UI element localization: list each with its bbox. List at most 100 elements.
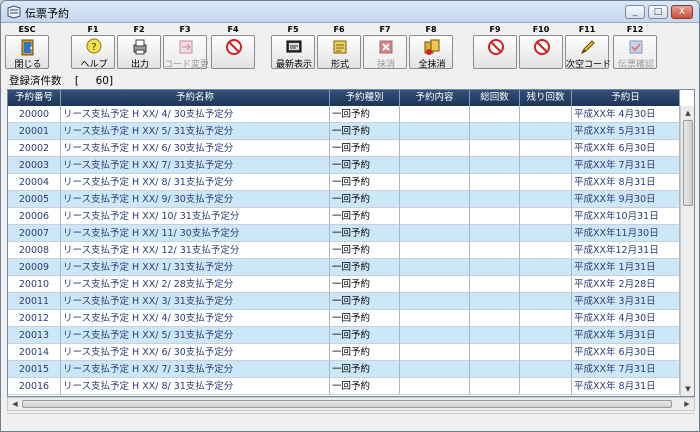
table-row[interactable]: 20010 リース支払予定 H XX/ 2/ 28支払予定分 一回予約 平成XX年 2…	[8, 276, 680, 293]
column-header[interactable]: 予約名称	[61, 90, 330, 106]
reservation-type-cell: 一回予約	[330, 208, 400, 225]
table-row[interactable]: 20013 リース支払予定 H XX/ 5/ 31支払予定分 一回予約 平成XX年 5…	[8, 327, 680, 344]
reservation-date-cell: 平成XX年12月31日	[572, 242, 680, 259]
reservation-type-cell: 一回予約	[330, 276, 400, 293]
column-header[interactable]: 予約内容	[400, 90, 470, 106]
toolbar-button-f8[interactable]: 全抹消	[409, 35, 453, 70]
delete-all-icon	[424, 39, 440, 55]
toolbar-button-esc[interactable]: 閉じる	[5, 35, 49, 70]
reservation-number-cell: 20009	[8, 259, 61, 276]
column-header[interactable]: 予約種別	[330, 90, 400, 106]
toolbar-item-f11: F11 次空コード	[565, 25, 612, 71]
reservation-name-cell: リース支払予定 H XX/ 11/ 30支払予定分	[61, 225, 330, 242]
table-row[interactable]: 20001 リース支払予定 H XX/ 5/ 31支払予定分 一回予約 平成XX年 5…	[8, 123, 680, 140]
format-icon	[333, 40, 347, 54]
vertical-scrollbar[interactable]: ▲ ▼	[680, 106, 694, 396]
toolbar-item-f12: F12 伝票確認	[613, 25, 657, 71]
toolbar-button-f2[interactable]: 出力	[117, 35, 161, 70]
reservation-type-cell: 一回予約	[330, 327, 400, 344]
reservation-type-cell: 一回予約	[330, 378, 400, 395]
toolbar-item-esc: ESC 閉じる	[5, 25, 49, 71]
table-row[interactable]: 20000 リース支払予定 H XX/ 4/ 30支払予定分 一回予約 平成XX年 4…	[8, 106, 680, 123]
table-row[interactable]: 20008 リース支払予定 H XX/ 12/ 31支払予定分 一回予約 平成XX年1…	[8, 242, 680, 259]
close-button[interactable]: X	[671, 5, 693, 19]
reservation-date-cell: 平成XX年 3月31日	[572, 293, 680, 310]
vertical-scroll-thumb[interactable]	[683, 120, 693, 206]
registered-count-label: 登録済件数	[9, 75, 62, 87]
toolbar-item-f5: F5 最新表示	[271, 25, 315, 71]
total-count-cell	[470, 157, 520, 174]
toolbar-button-f1[interactable]: ? ヘルプ	[71, 35, 115, 70]
delete-icon	[379, 40, 393, 54]
toolbar-button-f9[interactable]	[473, 35, 517, 69]
toolbar-button-label: ヘルプ	[80, 60, 108, 70]
toolbar-button-f5[interactable]: 最新表示	[271, 35, 315, 70]
table-row[interactable]: 20006 リース支払予定 H XX/ 10/ 31支払予定分 一回予約 平成XX年1…	[8, 208, 680, 225]
scroll-down-icon[interactable]: ▼	[683, 384, 693, 394]
reservation-content-cell	[400, 293, 470, 310]
reservation-number-cell: 20012	[8, 310, 61, 327]
function-key-label: F11	[578, 25, 596, 34]
horizontal-scrollbar[interactable]: ◀ ▶	[7, 397, 695, 411]
minimize-button[interactable]: _	[625, 5, 645, 19]
reservation-name-cell: リース支払予定 H XX/ 9/ 30支払予定分	[61, 191, 330, 208]
remaining-count-cell	[520, 157, 572, 174]
column-header[interactable]: 予約番号	[8, 90, 61, 106]
toolbar-button-f12[interactable]: 伝票確認	[613, 35, 657, 70]
remaining-count-cell	[520, 378, 572, 395]
remaining-count-cell	[520, 327, 572, 344]
table-row[interactable]: 20014 リース支払予定 H XX/ 6/ 30支払予定分 一回予約 平成XX年 6…	[8, 344, 680, 361]
table-row[interactable]: 20011 リース支払予定 H XX/ 3/ 31支払予定分 一回予約 平成XX年 3…	[8, 293, 680, 310]
reservation-number-cell: 20011	[8, 293, 61, 310]
app-icon	[7, 5, 21, 19]
toolbar-button-label: 抹消	[376, 60, 395, 70]
title-bar[interactable]: 伝票予約 _ □ X	[1, 1, 699, 23]
function-key-toolbar: ESC 閉じる F1? ヘルプ F2 出力 F3 コード変更 F4 F5 最新表示 F6 形式 F7 抹消 F…	[5, 25, 695, 71]
table-row[interactable]: 20009 リース支払予定 H XX/ 1/ 31支払予定分 一回予約 平成XX年 1…	[8, 259, 680, 276]
total-count-cell	[470, 208, 520, 225]
maximize-button[interactable]: □	[648, 5, 668, 19]
toolbar-button-f11[interactable]: 次空コード	[565, 35, 612, 70]
toolbar-button-f10[interactable]	[519, 35, 563, 69]
remaining-count-cell	[520, 106, 572, 123]
reservation-name-cell: リース支払予定 H XX/ 6/ 30支払予定分	[61, 344, 330, 361]
function-key-label: F10	[532, 25, 550, 34]
toolbar-button-label: 形式	[330, 60, 349, 70]
table-row[interactable]: 20016 リース支払予定 H XX/ 8/ 31支払予定分 一回予約 平成XX年 8…	[8, 378, 680, 395]
column-header[interactable]: 予約日	[572, 90, 680, 106]
toolbar-button-label: 全抹消	[418, 60, 446, 70]
horizontal-scroll-thumb[interactable]	[22, 400, 672, 408]
function-key-label: ESC	[18, 25, 36, 34]
function-key-label: F5	[287, 25, 299, 34]
function-key-label: F6	[333, 25, 345, 34]
remaining-count-cell	[520, 191, 572, 208]
scroll-up-icon[interactable]: ▲	[683, 108, 693, 118]
total-count-cell	[470, 225, 520, 242]
table-row[interactable]: 20005 リース支払予定 H XX/ 9/ 30支払予定分 一回予約 平成XX年 9…	[8, 191, 680, 208]
table-row[interactable]: 20004 リース支払予定 H XX/ 8/ 31支払予定分 一回予約 平成XX年 8…	[8, 174, 680, 191]
scroll-left-icon[interactable]: ◀	[10, 399, 20, 409]
reservation-name-cell: リース支払予定 H XX/ 5/ 31支払予定分	[61, 123, 330, 140]
reservation-content-cell	[400, 174, 470, 191]
toolbar-button-label: 次空コード	[566, 60, 612, 70]
reservation-content-cell	[400, 123, 470, 140]
status-bar	[7, 413, 695, 429]
toolbar-item-f9: F9	[473, 25, 517, 71]
table-row[interactable]: 20002 リース支払予定 H XX/ 6/ 30支払予定分 一回予約 平成XX年 6…	[8, 140, 680, 157]
reservation-number-cell: 20013	[8, 327, 61, 344]
table-row[interactable]: 20007 リース支払予定 H XX/ 11/ 30支払予定分 一回予約 平成XX年1…	[8, 225, 680, 242]
reservation-date-cell: 平成XX年 8月31日	[572, 174, 680, 191]
prohibited-icon	[534, 39, 550, 55]
table-row[interactable]: 20003 リース支払予定 H XX/ 7/ 31支払予定分 一回予約 平成XX年 7…	[8, 157, 680, 174]
toolbar-button-f3[interactable]: コード変更	[163, 35, 209, 70]
reservation-content-cell	[400, 327, 470, 344]
reservation-grid[interactable]: 予約番号 予約名称 予約種別 予約内容 総回数 残り回数 予約日 20000 リース支払予定 …	[7, 89, 695, 397]
toolbar-button-f7[interactable]: 抹消	[363, 35, 407, 70]
scroll-right-icon[interactable]: ▶	[682, 399, 692, 409]
table-row[interactable]: 20012 リース支払予定 H XX/ 4/ 30支払予定分 一回予約 平成XX年 4…	[8, 310, 680, 327]
toolbar-button-f4[interactable]	[211, 35, 255, 69]
column-header[interactable]: 総回数	[470, 90, 520, 106]
column-header[interactable]: 残り回数	[520, 90, 572, 106]
toolbar-button-f6[interactable]: 形式	[317, 35, 361, 70]
table-row[interactable]: 20015 リース支払予定 H XX/ 7/ 31支払予定分 一回予約 平成XX年 7…	[8, 361, 680, 378]
